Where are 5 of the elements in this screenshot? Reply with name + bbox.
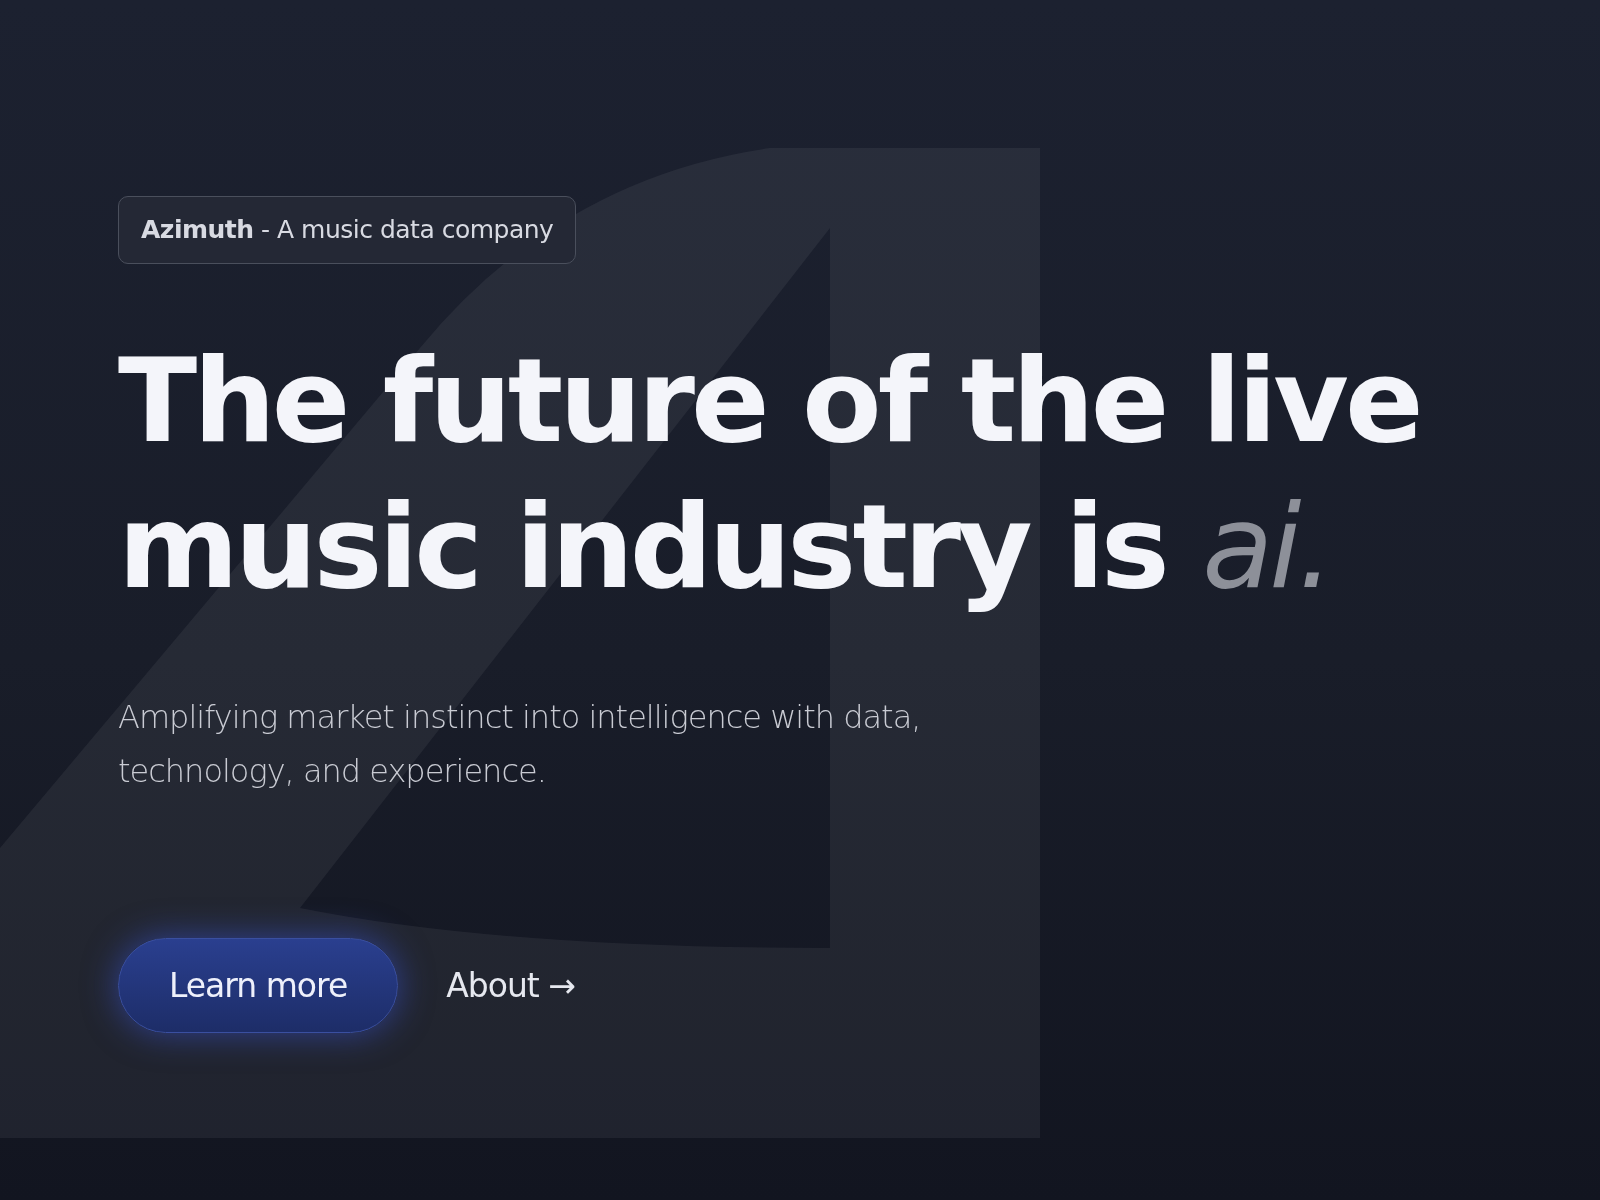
learn-more-button[interactable]: Learn more — [118, 937, 399, 1033]
headline: The future of the live music industry is ai. — [118, 331, 1421, 616]
subtitle: Amplifying market instinct into intelligence with data, technology, and experience. — [118, 696, 922, 792]
about-link[interactable]: About → — [446, 960, 575, 1010]
company-tag: Azimuth - A music data company — [118, 196, 577, 264]
